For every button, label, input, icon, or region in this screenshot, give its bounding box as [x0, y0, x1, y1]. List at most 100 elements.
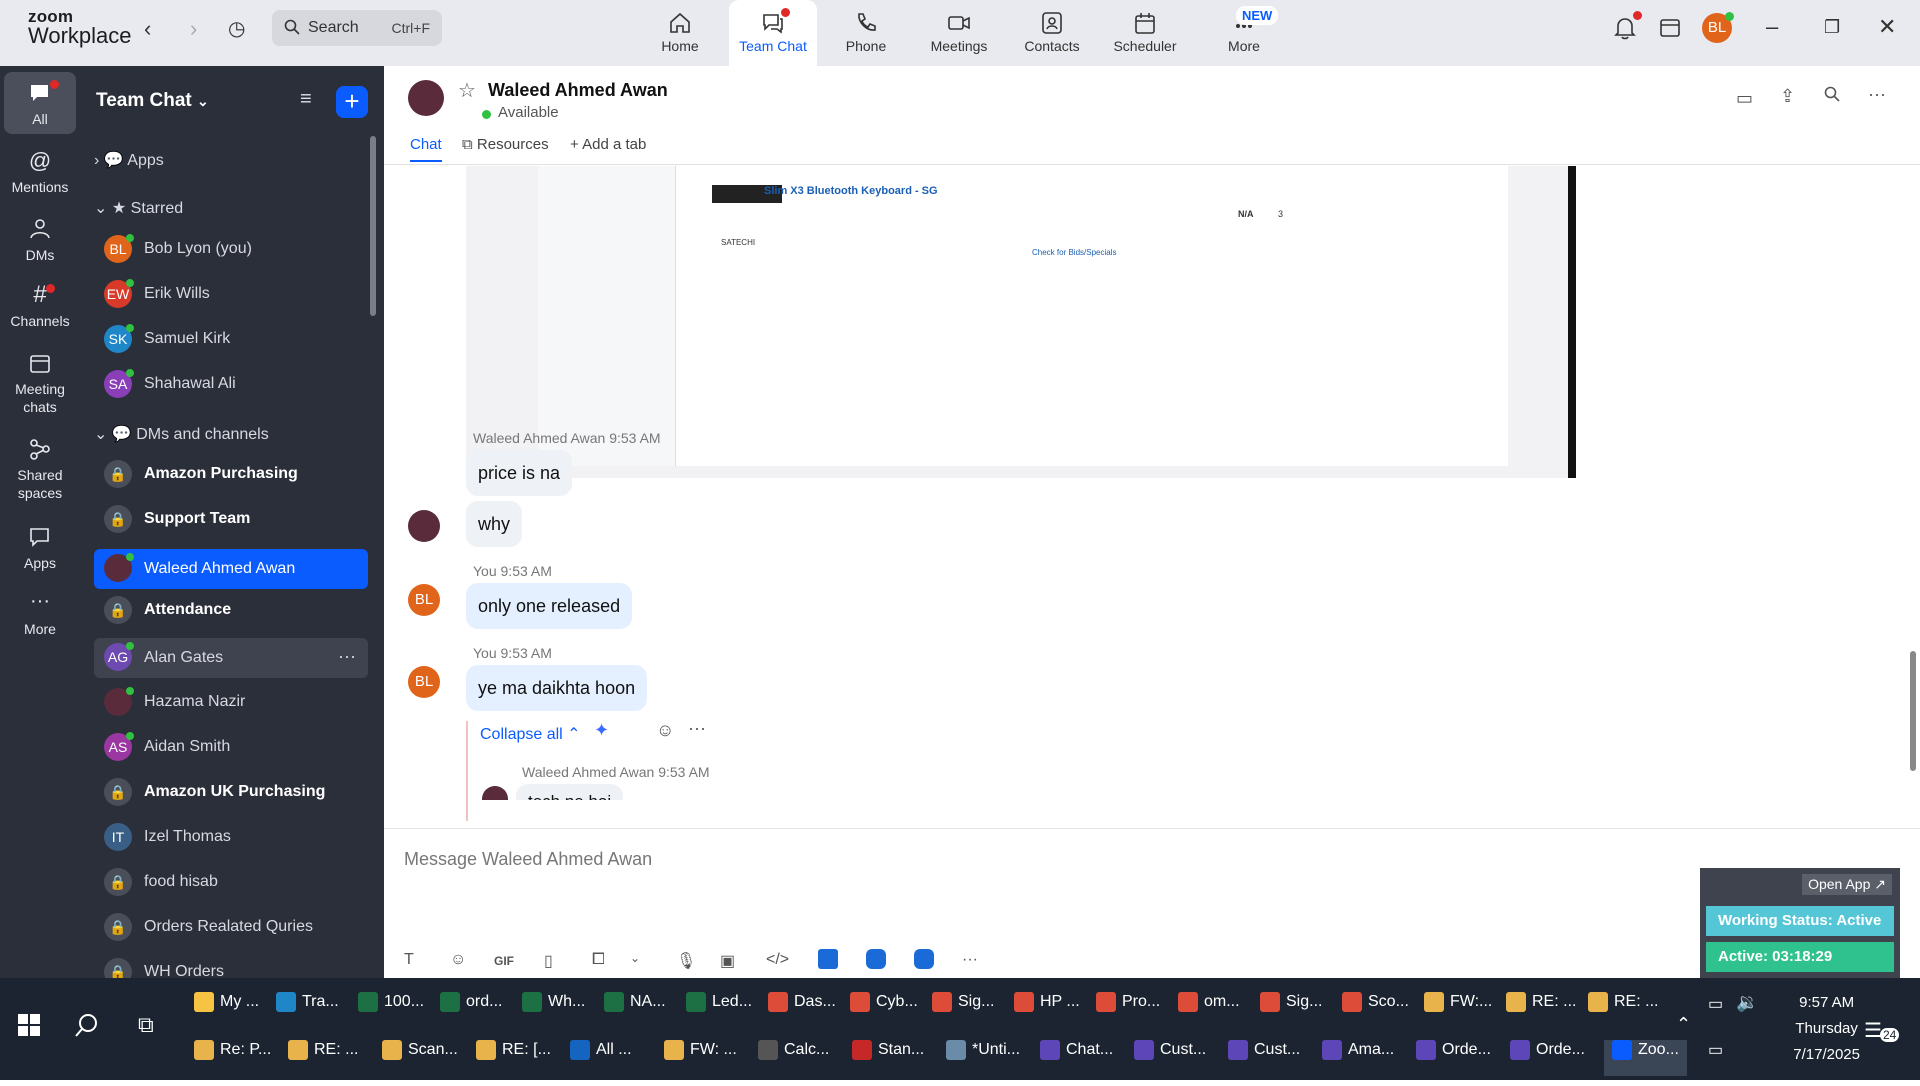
- taskbar-app-button[interactable]: Das...: [768, 992, 836, 1038]
- open-app-button[interactable]: Open App ↗: [1802, 874, 1892, 895]
- sidebar-item-support-team[interactable]: 🔒 Support Team: [94, 500, 368, 538]
- taskbar-app-button[interactable]: Sig...: [932, 992, 994, 1038]
- taskbar-app-button[interactable]: Calc...: [758, 1040, 829, 1086]
- taskbar-app-button[interactable]: Sig...: [1260, 992, 1322, 1038]
- app-shortcut-3-icon[interactable]: [914, 949, 934, 969]
- video-call-icon[interactable]: ▭: [1736, 88, 1753, 109]
- taskbar-app-button[interactable]: Led...: [686, 992, 752, 1038]
- sidebar-item-bob-lyon[interactable]: BL Bob Lyon (you): [94, 230, 368, 268]
- share-screen-icon[interactable]: ⇪: [1780, 86, 1795, 107]
- chat-scrollbar[interactable]: [1910, 651, 1916, 771]
- battery-icon[interactable]: ▭: [1708, 994, 1723, 1014]
- taskbar-app-button[interactable]: *Unti...: [946, 1040, 1020, 1086]
- taskbar-app-button[interactable]: RE: ...: [1588, 992, 1658, 1038]
- calendar-widget-icon[interactable]: [1659, 16, 1681, 43]
- taskbar-app-button[interactable]: Ama...: [1322, 1040, 1394, 1086]
- sidebar-item-hazama-nazir[interactable]: Hazama Nazir: [94, 683, 368, 721]
- sidebar-item-wh-orders[interactable]: 🔒 WH Orders: [94, 953, 368, 978]
- close-icon[interactable]: ✕: [1878, 14, 1896, 40]
- volume-icon[interactable]: 🔉: [1736, 992, 1758, 1013]
- more-options-icon[interactable]: ···: [962, 951, 978, 969]
- more-options-icon[interactable]: ···: [688, 718, 706, 739]
- tab-meetings[interactable]: Meetings: [915, 0, 1003, 66]
- back-arrow-icon[interactable]: ‹: [144, 16, 151, 42]
- taskbar-app-button[interactable]: Orde...: [1416, 1040, 1491, 1086]
- minimize-icon[interactable]: –: [1766, 14, 1778, 40]
- rail-item-all[interactable]: All: [4, 72, 76, 134]
- sidebar-item-waleed-ahmed-awan[interactable]: Waleed Ahmed Awan: [94, 549, 368, 589]
- rail-item-mentions[interactable]: @ Mentions: [0, 150, 80, 196]
- section-starred[interactable]: ⌄ ★ Starred: [94, 198, 183, 218]
- sidebar-item-attendance[interactable]: 🔒 Attendance: [94, 591, 368, 629]
- text-format-icon[interactable]: T: [404, 951, 414, 969]
- section-dms-and-channels[interactable]: ⌄ 💬 DMs and channels: [94, 424, 269, 444]
- app-shortcut-1-icon[interactable]: [818, 949, 838, 969]
- search-icon[interactable]: [1824, 86, 1840, 107]
- new-chat-button[interactable]: +: [336, 86, 368, 118]
- sidebar-item-orders-realated-quries[interactable]: 🔒 Orders Realated Quries: [94, 908, 368, 946]
- more-options-icon[interactable]: ···: [338, 646, 356, 667]
- sender-avatar[interactable]: BL: [408, 584, 440, 616]
- sidebar-item-erik-wills[interactable]: EW Erik Wills: [94, 275, 368, 313]
- windows-start-icon[interactable]: [18, 1014, 40, 1041]
- gif-icon[interactable]: GIF: [494, 954, 514, 968]
- sidebar-item-amazon-purchasing[interactable]: 🔒 Amazon Purchasing: [94, 455, 368, 493]
- collapse-all-button[interactable]: Collapse all ⌃: [480, 724, 581, 744]
- sidebar-item-samuel-kirk[interactable]: SK Samuel Kirk: [94, 320, 368, 358]
- show-hidden-icons-icon[interactable]: ⌃: [1676, 1014, 1691, 1035]
- rail-item-apps[interactable]: Apps: [0, 526, 80, 572]
- task-view-icon[interactable]: ⧉: [138, 1012, 154, 1038]
- taskbar-app-button[interactable]: Zoo...: [1604, 1040, 1687, 1076]
- taskbar-app-button[interactable]: ord...: [440, 992, 502, 1038]
- message-bubble[interactable]: only one released: [466, 583, 633, 629]
- taskbar-app-button[interactable]: My ...: [194, 992, 259, 1038]
- contact-name[interactable]: Waleed Ahmed Awan: [488, 80, 668, 101]
- message-bubble[interactable]: ye ma daikhta hoon: [466, 665, 648, 711]
- taskbar-app-button[interactable]: Tra...: [276, 992, 339, 1038]
- rail-item-dms[interactable]: DMs: [0, 218, 80, 264]
- sidebar-item-amazon-uk-purchasing[interactable]: 🔒 Amazon UK Purchasing: [94, 773, 368, 811]
- taskbar-app-button[interactable]: FW:...: [1424, 992, 1492, 1038]
- sidebar-scrollbar[interactable]: [370, 136, 376, 316]
- taskbar-app-button[interactable]: RE: ...: [1506, 992, 1576, 1038]
- star-icon[interactable]: ☆: [458, 78, 476, 103]
- tab-contacts[interactable]: Contacts: [1008, 0, 1096, 66]
- code-snippet-icon[interactable]: </>: [766, 951, 789, 969]
- sender-avatar[interactable]: BL: [408, 666, 440, 698]
- taskbar-app-button[interactable]: Re: P...: [194, 1040, 271, 1086]
- taskbar-app-button[interactable]: om...: [1178, 992, 1240, 1038]
- taskbar-app-button[interactable]: Chat...: [1040, 1040, 1113, 1086]
- video-message-icon[interactable]: ▣: [720, 951, 735, 971]
- file-icon[interactable]: ▯: [544, 951, 553, 971]
- tab-home[interactable]: Home: [636, 0, 724, 66]
- notification-bell-icon[interactable]: [1614, 16, 1636, 45]
- sidebar-item-izel-thomas[interactable]: IT Izel Thomas: [94, 818, 368, 856]
- taskbar-app-button[interactable]: Wh...: [522, 992, 585, 1038]
- rail-item-more[interactable]: ··· More: [0, 591, 80, 638]
- sidebar-item-shahawal-ali[interactable]: SA Shahawal Ali: [94, 365, 368, 403]
- sidebar-item-alan-gates[interactable]: AG Alan Gates ···: [94, 638, 368, 678]
- taskbar-app-button[interactable]: Orde...: [1510, 1040, 1585, 1086]
- chevron-down-icon[interactable]: ⌄: [630, 951, 640, 965]
- search-icon[interactable]: [74, 1012, 100, 1043]
- forward-arrow-icon[interactable]: ›: [190, 16, 197, 42]
- more-options-icon[interactable]: ···: [1868, 84, 1886, 105]
- taskbar-app-button[interactable]: Pro...: [1096, 992, 1160, 1038]
- rail-item-shared-spaces[interactable]: Shared spaces: [0, 438, 80, 502]
- taskbar-app-button[interactable]: HP ...: [1014, 992, 1080, 1038]
- rail-item-channels[interactable]: # Channels: [0, 283, 80, 330]
- add-reaction-icon[interactable]: ☺: [656, 720, 674, 741]
- rail-item-meeting-chats[interactable]: Meeting chats: [0, 352, 80, 416]
- sidebar-item-food-hisab[interactable]: 🔒 food hisab: [94, 863, 368, 901]
- history-icon[interactable]: ◷: [228, 16, 245, 41]
- taskbar-app-button[interactable]: NA...: [604, 992, 666, 1038]
- message-composer[interactable]: Message Waleed Ahmed Awan T ☺ GIF ▯ ⧠ ⌄ …: [384, 828, 1920, 978]
- contact-avatar[interactable]: [408, 80, 444, 116]
- tab-scheduler[interactable]: Scheduler: [1101, 0, 1189, 66]
- network-icon[interactable]: ▭: [1708, 1040, 1723, 1060]
- reply-bubble[interactable]: tech ne hai: [516, 784, 624, 800]
- taskbar-app-button[interactable]: RE: ...: [288, 1040, 358, 1086]
- sender-avatar[interactable]: [408, 510, 440, 542]
- sidebar-item-aidan-smith[interactable]: AS Aidan Smith: [94, 728, 368, 766]
- taskbar-app-button[interactable]: Scan...: [382, 1040, 458, 1086]
